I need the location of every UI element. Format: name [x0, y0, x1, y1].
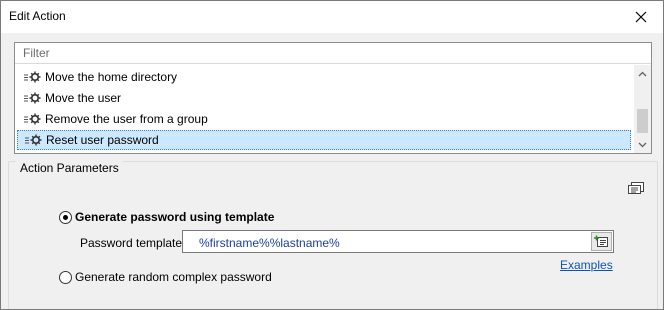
list-item-label: Move the home directory [45, 70, 178, 84]
template-option[interactable]: Generate password using template [59, 210, 274, 224]
random-radio[interactable] [59, 270, 72, 284]
template-radio[interactable] [59, 210, 72, 224]
scroll-up-button[interactable] [634, 65, 651, 82]
chevron-down-icon [638, 142, 647, 147]
list-item-label: Remove the user from a group [45, 112, 208, 126]
edit-action-dialog: Edit Action Move the home directory [0, 0, 664, 310]
parameters-menu-icon[interactable] [627, 181, 645, 195]
list-item-label: Move the user [45, 91, 122, 105]
action-gear-icon [24, 113, 41, 125]
insert-macro-button[interactable] [591, 232, 612, 251]
action-parameters-group: Action Parameters Generate password usin… [8, 161, 658, 309]
filter-input[interactable] [15, 43, 651, 64]
action-list-panel: Move the home directory Move the user Re… [14, 42, 652, 154]
chevron-up-icon [638, 71, 647, 76]
list-item[interactable]: Move the home directory [17, 67, 631, 87]
examples-link[interactable]: Examples [560, 258, 613, 272]
password-template-value: %firstname%%lastname% [199, 236, 340, 250]
list-item[interactable]: Move the user [17, 88, 631, 108]
action-gear-icon [24, 71, 41, 83]
random-option[interactable]: Generate random complex password [59, 270, 272, 284]
list-item-selected[interactable]: Reset user password [17, 130, 631, 150]
action-gear-icon [24, 92, 41, 104]
scroll-thumb[interactable] [637, 109, 648, 133]
close-button[interactable] [619, 1, 663, 33]
password-template-field[interactable]: %firstname%%lastname% [182, 230, 614, 253]
close-icon [635, 11, 647, 23]
password-template-label: Password template: [80, 236, 186, 250]
insert-macro-icon [594, 235, 608, 247]
list-scrollbar[interactable] [634, 65, 651, 153]
action-gear-icon [25, 134, 42, 146]
random-option-label: Generate random complex password [75, 270, 272, 284]
action-list: Move the home directory Move the user Re… [15, 65, 633, 153]
dialog-title: Edit Action [9, 9, 66, 23]
scroll-down-button[interactable] [634, 136, 651, 153]
template-option-label: Generate password using template [75, 210, 275, 224]
group-title: Action Parameters [16, 161, 123, 175]
title-bar: Edit Action [1, 1, 663, 33]
list-item[interactable]: Remove the user from a group [17, 109, 631, 129]
list-item-label: Reset user password [46, 133, 159, 147]
